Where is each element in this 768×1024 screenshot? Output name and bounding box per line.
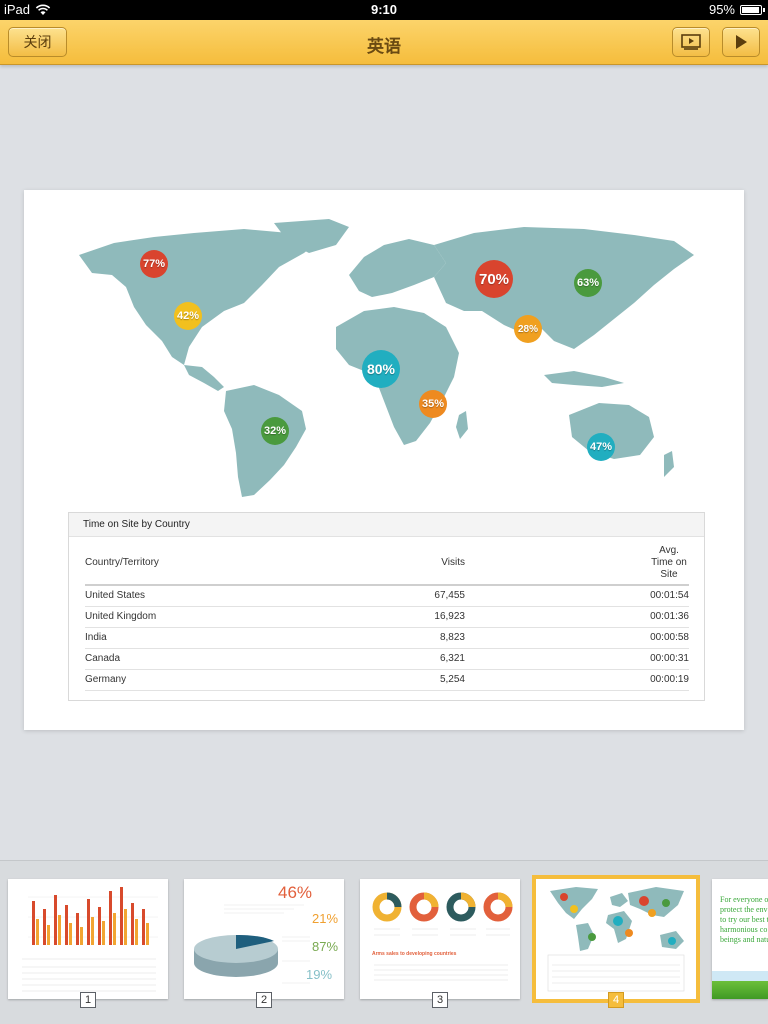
play-button[interactable] — [722, 27, 760, 57]
present-button[interactable] — [672, 27, 710, 57]
table-row: Germany 5,254 00:00:19 — [85, 669, 689, 691]
cell-time: 00:01:36 — [465, 606, 689, 628]
header-country: Country/Territory — [85, 541, 300, 586]
thumb-text-line: beings and natu — [720, 935, 768, 944]
header-avg-time-label: Avg. Time on Site — [651, 544, 687, 580]
bubble-label: 63% — [576, 277, 600, 289]
north-america-shape — [79, 229, 324, 365]
thumb-text-line: to try our best t — [720, 915, 768, 924]
asia-shape — [434, 227, 694, 349]
status-bar: iPad 9:10 95% — [0, 0, 768, 20]
thumb-text-line: harmonious co — [720, 925, 768, 934]
header-visits: Visits — [300, 541, 465, 586]
panel-title: Time on Site by Country — [69, 513, 704, 537]
bubble-south-america: 32% — [261, 417, 289, 445]
play-icon — [736, 35, 747, 49]
bubble-east-africa: 35% — [419, 390, 447, 418]
slide-thumbnail-3[interactable]: Arms sales to developing countries — [360, 879, 520, 999]
slide-navigator[interactable]: 1 46% 21% 87% 19% 2 Arms sales to develo… — [0, 860, 768, 1024]
cell-country: Germany — [85, 669, 300, 691]
cell-time: 00:00:19 — [465, 669, 689, 691]
slide-number-3: 3 — [432, 992, 448, 1008]
cell-country: India — [85, 627, 300, 649]
cell-time: 00:00:31 — [465, 648, 689, 670]
thumb-text-block: For everyone o protect the env to try ou… — [720, 895, 768, 945]
header-avg-time: Avg. Time on Site — [465, 541, 689, 586]
slide-thumbnail-1[interactable] — [8, 879, 168, 999]
toolbar: 关闭 英语 — [0, 20, 768, 65]
battery-icon — [740, 4, 765, 15]
bubble-label: 47% — [589, 441, 613, 453]
status-time: 9:10 — [370, 2, 398, 17]
thumb-text-line: For everyone o — [720, 895, 768, 904]
bubble-label: 35% — [421, 398, 445, 410]
bubble-russia: 70% — [475, 260, 513, 298]
cell-country: United Kingdom — [85, 606, 300, 628]
thumb-value-87: 87% — [312, 939, 339, 954]
cell-visits: 6,321 — [300, 648, 465, 670]
cell-time: 00:01:54 — [465, 585, 689, 607]
bubble-label: 77% — [142, 258, 166, 270]
thumb-donut-charts — [372, 892, 513, 981]
time-on-site-table: Country/Territory Visits Avg. Time on Si… — [85, 541, 689, 691]
bubble-label: 42% — [176, 310, 200, 322]
cell-visits: 67,455 — [300, 585, 465, 607]
central-america-shape — [184, 365, 224, 391]
present-screen-icon — [681, 34, 701, 50]
thumb-bar-chart — [22, 887, 158, 992]
thumb-heading: Arms sales to developing countries — [372, 951, 457, 957]
thumb-value-19: 19% — [306, 967, 333, 982]
slide-thumbnail-4[interactable] — [532, 875, 700, 1003]
slide-thumbnail-2[interactable]: 46% 21% 87% 19% — [184, 879, 344, 999]
table-header-row: Country/Territory Visits Avg. Time on Si… — [85, 541, 689, 586]
slide-number-2: 2 — [256, 992, 272, 1008]
indonesia-shape — [544, 371, 624, 387]
table-row: United Kingdom 16,923 00:01:36 — [85, 606, 689, 628]
current-slide[interactable]: 77% 42% 32% 80% 35% 70% 28% 63% 47% Time… — [24, 190, 744, 730]
document-title: 英语 — [367, 37, 401, 56]
cell-visits: 8,823 — [300, 627, 465, 649]
table-row: India 8,823 00:00:58 — [85, 627, 689, 649]
bubble-usa: 42% — [174, 302, 202, 330]
new-zealand-shape — [664, 451, 674, 477]
thumb-text-line: protect the env — [720, 905, 768, 914]
thumb-grass-image — [712, 971, 768, 999]
cell-country: Canada — [85, 648, 300, 670]
bubble-australia: 47% — [587, 433, 615, 461]
bubble-label: 32% — [263, 425, 287, 437]
slide-number-1: 1 — [80, 992, 96, 1008]
cell-visits: 16,923 — [300, 606, 465, 628]
bubble-india: 28% — [514, 315, 542, 343]
cell-time: 00:00:58 — [465, 627, 689, 649]
cell-country: United States — [85, 585, 300, 607]
bubble-label: 70% — [478, 270, 510, 288]
slide-number-4: 4 — [608, 992, 624, 1008]
bubble-label: 28% — [517, 323, 538, 335]
madagascar-shape — [456, 411, 468, 439]
status-right: 95% — [708, 2, 765, 17]
thumb-world-map — [547, 887, 685, 992]
table-row: United States 67,455 00:01:54 — [85, 585, 689, 607]
thumb-value-21: 21% — [312, 911, 339, 926]
bubble-canada: 77% — [140, 250, 168, 278]
bubble-china: 63% — [574, 269, 602, 297]
bubble-label: 80% — [366, 361, 396, 377]
europe-shape — [349, 239, 446, 297]
thumb-value-46: 46% — [278, 883, 313, 902]
time-on-site-panel: Time on Site by Country Country/Territor… — [68, 512, 705, 701]
cell-visits: 5,254 — [300, 669, 465, 691]
table-row: Canada 6,321 00:00:31 — [85, 648, 689, 670]
bubble-central-africa: 80% — [362, 350, 400, 388]
slide-thumbnail-5[interactable]: For everyone o protect the env to try ou… — [712, 879, 768, 999]
battery-percent: 95% — [708, 2, 735, 17]
